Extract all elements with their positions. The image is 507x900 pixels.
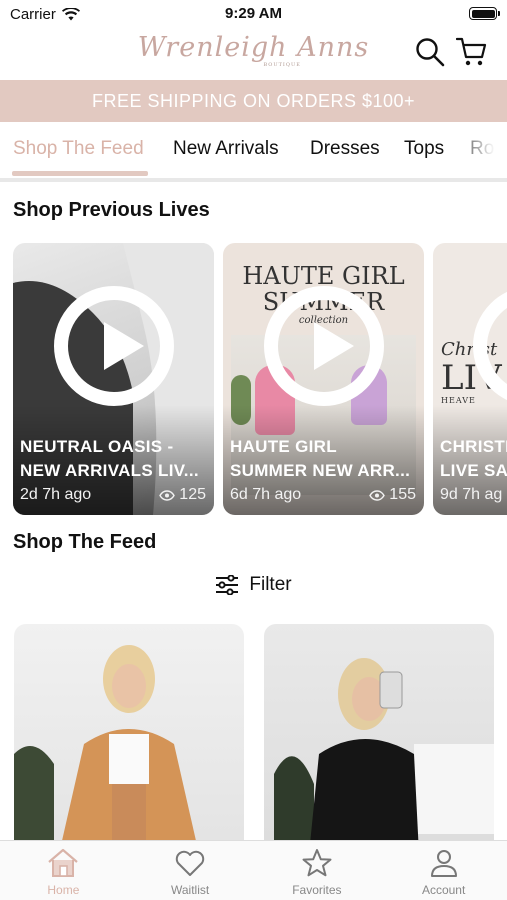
live-title: HAUTE GIRL SUMMER NEW ARR...	[230, 435, 416, 483]
live-age: 9d 7h ag	[440, 486, 503, 503]
live-title-line-1: NEUTRAL OASIS -	[20, 437, 174, 456]
brand-logo-text: Wrenleigh Anns	[137, 32, 370, 63]
live-view-count: 125	[179, 486, 206, 503]
eye-icon	[159, 489, 176, 501]
nav-favorites[interactable]: Favorites	[254, 841, 381, 900]
search-icon[interactable]	[414, 36, 446, 68]
live-meta: 6d 7h ago 155	[230, 486, 416, 504]
nav-account-label: Account	[421, 883, 466, 897]
filter-label: Filter	[249, 574, 292, 595]
nav-favorites-label: Favorites	[292, 883, 342, 897]
promo-banner[interactable]: FREE SHIPPING ON ORDERS $100+	[0, 80, 507, 122]
live-age: 2d 7h ago	[20, 486, 92, 503]
feed-title: Shop The Feed	[13, 531, 157, 553]
previous-lives-title: Shop Previous Lives	[13, 199, 210, 221]
nav-home-label: Home	[47, 883, 80, 897]
tab-tops[interactable]: Tops	[404, 138, 444, 160]
tabs-fade	[447, 122, 507, 178]
promo-banner-text: FREE SHIPPING ON ORDERS $100+	[91, 90, 416, 111]
live-views: 125	[159, 486, 206, 504]
live-age: 6d 7h ago	[230, 486, 302, 503]
nav-home[interactable]: Home	[0, 841, 127, 900]
section-divider	[0, 178, 507, 182]
play-icon[interactable]	[53, 286, 174, 406]
live-card[interactable]: HAUTE GIRL SUMMER collection HAUTE GIRL …	[223, 243, 424, 515]
live-title-line-1: HAUTE GIRL	[230, 437, 337, 456]
battery-icon	[469, 7, 500, 20]
active-tab-indicator	[12, 171, 148, 176]
home-icon	[48, 848, 79, 877]
live-title-line-2: SUMMER NEW ARR...	[230, 461, 411, 480]
live-meta: 2d 7h ago 125	[20, 486, 206, 504]
tab-shop-the-feed[interactable]: Shop The Feed	[13, 138, 144, 160]
live-title: NEUTRAL OASIS - NEW ARRIVALS LIV...	[20, 435, 206, 483]
app-header: Wrenleigh Anns BOUTIQUE	[0, 28, 507, 80]
brand-logo-subtext: BOUTIQUE	[263, 62, 301, 68]
nav-waitlist-label: Waitlist	[171, 883, 210, 897]
live-card[interactable]: NEUTRAL OASIS - NEW ARRIVALS LIV... 2d 7…	[13, 243, 214, 515]
filter-button[interactable]: Filter	[0, 574, 507, 596]
feed-product-card[interactable]	[14, 624, 244, 854]
star-icon	[302, 849, 332, 877]
live-view-count: 155	[389, 486, 416, 503]
tab-new-arrivals[interactable]: New Arrivals	[173, 138, 279, 160]
eye-icon	[369, 489, 386, 501]
live-title: CHRISTM LIVE SAL	[440, 435, 507, 483]
product-image	[274, 658, 494, 854]
clock: 9:29 AM	[225, 5, 282, 22]
nav-account[interactable]: Account	[380, 841, 507, 900]
live-title-line-1: CHRISTM	[440, 437, 507, 456]
cart-icon[interactable]	[456, 36, 488, 68]
person-icon	[430, 850, 457, 877]
live-meta: 9d 7h ag	[440, 486, 507, 504]
feed-product-card[interactable]	[264, 624, 494, 854]
product-image	[14, 645, 199, 854]
live-views: 155	[369, 486, 416, 504]
tab-dresses[interactable]: Dresses	[310, 138, 380, 160]
status-bar: Carrier 9:29 AM	[0, 0, 507, 28]
category-tabs: Shop The Feed New Arrivals Dresses Tops …	[0, 122, 507, 178]
heart-icon	[175, 850, 205, 876]
previous-lives-carousel[interactable]: NEUTRAL OASIS - NEW ARRIVALS LIV... 2d 7…	[13, 243, 507, 515]
live-card[interactable]: Christ LIV HEAVE CHRISTM LIVE SAL 9d 7h …	[433, 243, 507, 515]
nav-waitlist[interactable]: Waitlist	[127, 841, 254, 900]
live-title-line-2: LIVE SAL	[440, 461, 507, 480]
play-icon[interactable]	[263, 286, 384, 406]
filter-icon	[216, 575, 239, 595]
bottom-tab-bar: Home Waitlist Favorites Account	[0, 840, 507, 900]
live-title-line-2: NEW ARRIVALS LIV...	[20, 461, 199, 480]
